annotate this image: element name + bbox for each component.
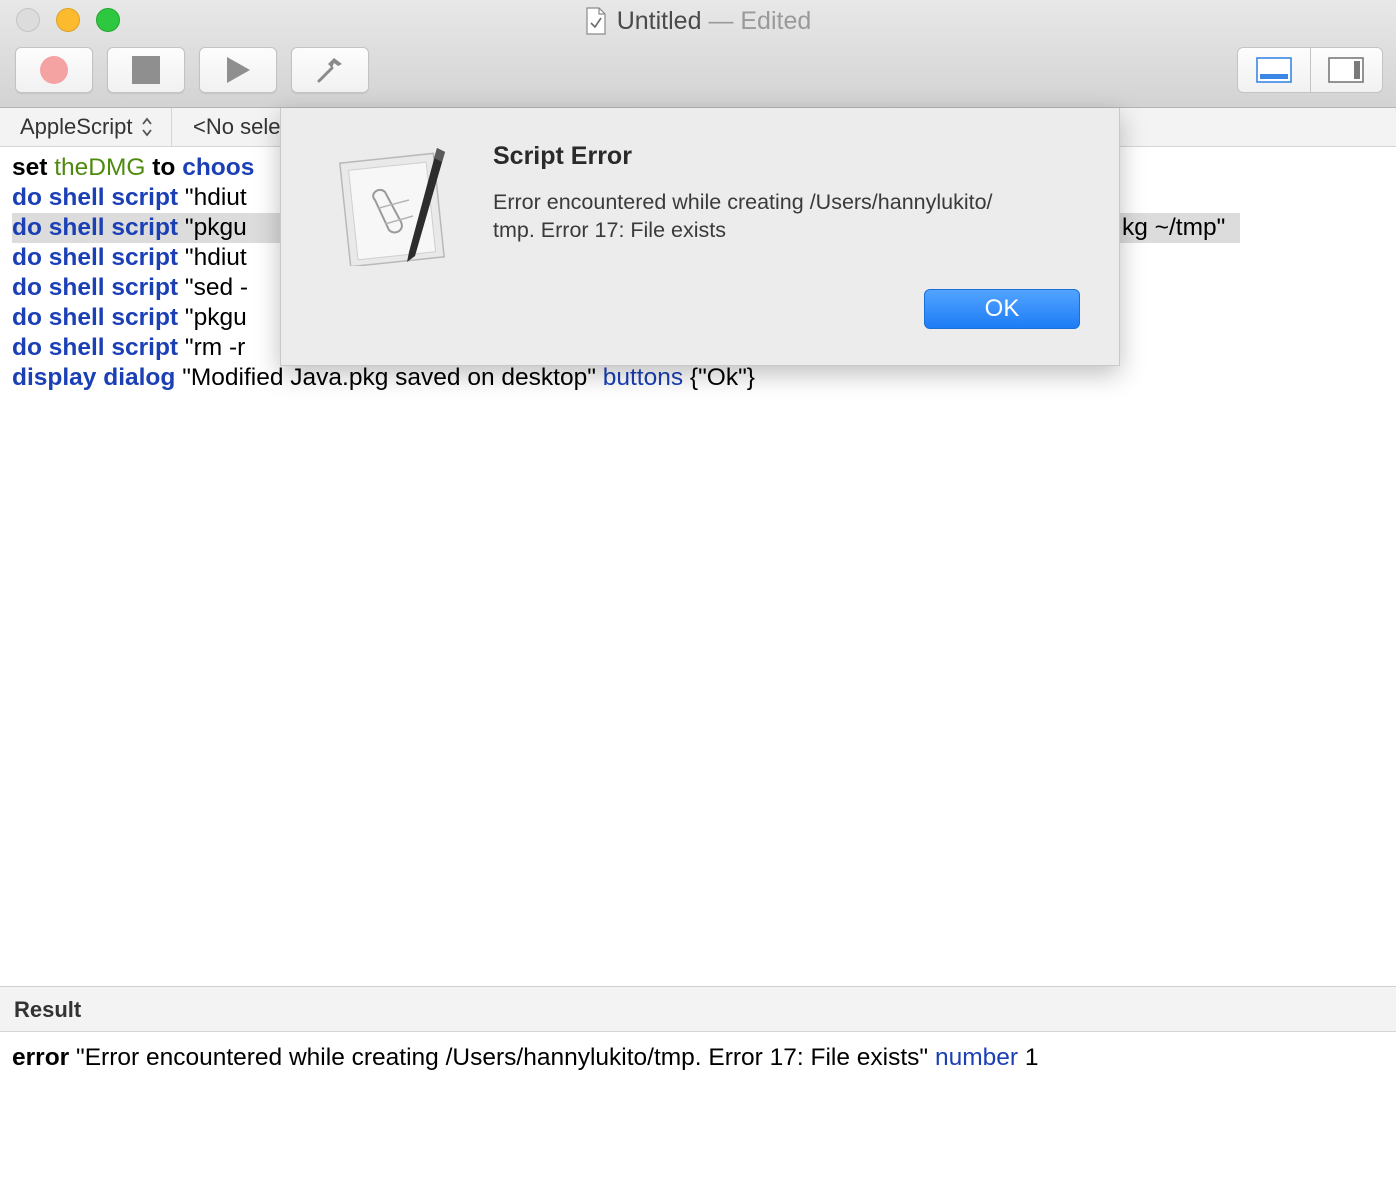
language-label: AppleScript: [20, 114, 133, 139]
code-line: do shell script "rm -r: [12, 334, 246, 361]
window-title-area: Untitled — Edited: [0, 4, 1396, 38]
alert-title: Script Error: [493, 142, 632, 170]
handler-label: <No sele: [193, 114, 281, 139]
window-title: Untitled: [616, 7, 702, 35]
alert-message-line: tmp. Error 17: File exists: [493, 218, 726, 242]
toggle-sidebar-button[interactable]: [1311, 48, 1383, 92]
document-icon: [586, 7, 606, 35]
record-button[interactable]: [15, 47, 93, 93]
hammer-icon: [317, 58, 342, 83]
stop-icon: [132, 56, 160, 84]
up-down-chevron-icon: [141, 117, 152, 137]
record-icon: [40, 56, 68, 84]
code-line: do shell script "pkgu: [12, 304, 247, 331]
alert-message: Error encountered while creating /Users/…: [493, 188, 1073, 244]
alert-message-line: Error encountered while creating /Users/…: [493, 190, 993, 214]
result-pane-header: Result: [0, 986, 1396, 1032]
code-line: do shell script "hdiut: [12, 184, 247, 211]
handler-popup[interactable]: <No sele: [193, 108, 280, 146]
language-popup[interactable]: AppleScript: [0, 108, 172, 146]
code-line: do shell script "hdiut: [12, 244, 247, 271]
window-titlebar: Untitled — Edited: [0, 0, 1396, 108]
compile-button[interactable]: [291, 47, 369, 93]
toggle-log-pane-button[interactable]: [1238, 48, 1311, 92]
result-pane: error "Error encountered while creating …: [0, 1033, 1396, 1180]
result-title: Result: [14, 997, 82, 1022]
code-line: do shell script "pkgu: [12, 214, 247, 241]
play-icon: [227, 57, 250, 83]
edited-indicator: — Edited: [708, 7, 812, 35]
script-editor-icon: [339, 148, 446, 266]
right-sidebar-icon: [1328, 57, 1365, 83]
view-toggle-group: [1237, 47, 1383, 93]
result-text: error "Error encountered while creating …: [12, 1044, 1039, 1071]
stop-button[interactable]: [107, 47, 185, 93]
code-line-tail: kg ~/tmp": [1122, 214, 1226, 241]
ok-button[interactable]: OK: [924, 289, 1080, 329]
code-line: display dialog "Modified Java.pkg saved …: [12, 364, 755, 391]
code-line: set theDMG to choos: [12, 154, 255, 181]
bottom-panel-icon: [1255, 57, 1292, 83]
code-line: do shell script "sed -: [12, 274, 249, 301]
script-error-alert: Script Error Error encountered while cre…: [280, 108, 1120, 366]
run-button[interactable]: [199, 47, 277, 93]
